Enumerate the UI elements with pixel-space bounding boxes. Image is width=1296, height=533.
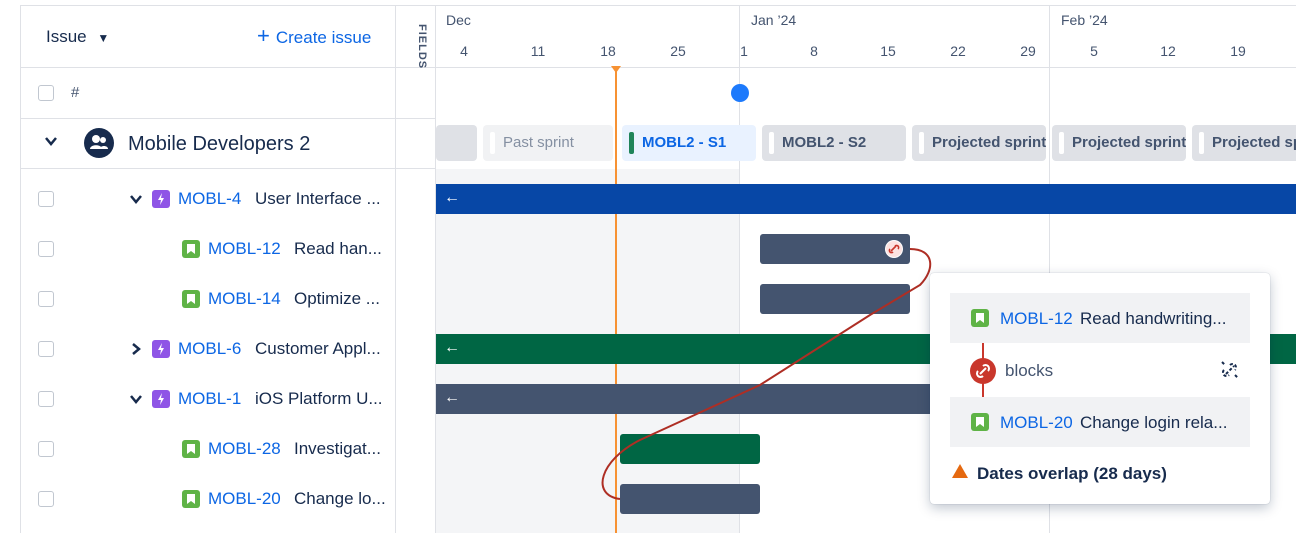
dependency-popup: MOBL-12 Read handwriting... blocks MOBL-… [930, 273, 1270, 504]
popup-warning: Dates overlap (28 days) [977, 464, 1167, 483]
popup-from-issue[interactable]: MOBL-12 Read handwriting... [950, 293, 1250, 343]
popup-to-key[interactable]: MOBL-20 [1000, 413, 1073, 433]
popup-relation: blocks [1005, 361, 1054, 380]
link-icon [970, 358, 996, 384]
popup-to-summary: Change login rela... [1080, 413, 1228, 432]
popup-from-key[interactable]: MOBL-12 [1000, 309, 1073, 329]
unlink-icon[interactable] [1219, 359, 1241, 381]
popup-to-issue[interactable]: MOBL-20 Change login rela... [950, 397, 1250, 447]
popup-from-summary: Read handwriting... [1080, 309, 1227, 328]
story-icon [971, 309, 989, 327]
warning-icon [952, 464, 968, 478]
story-icon [971, 413, 989, 431]
